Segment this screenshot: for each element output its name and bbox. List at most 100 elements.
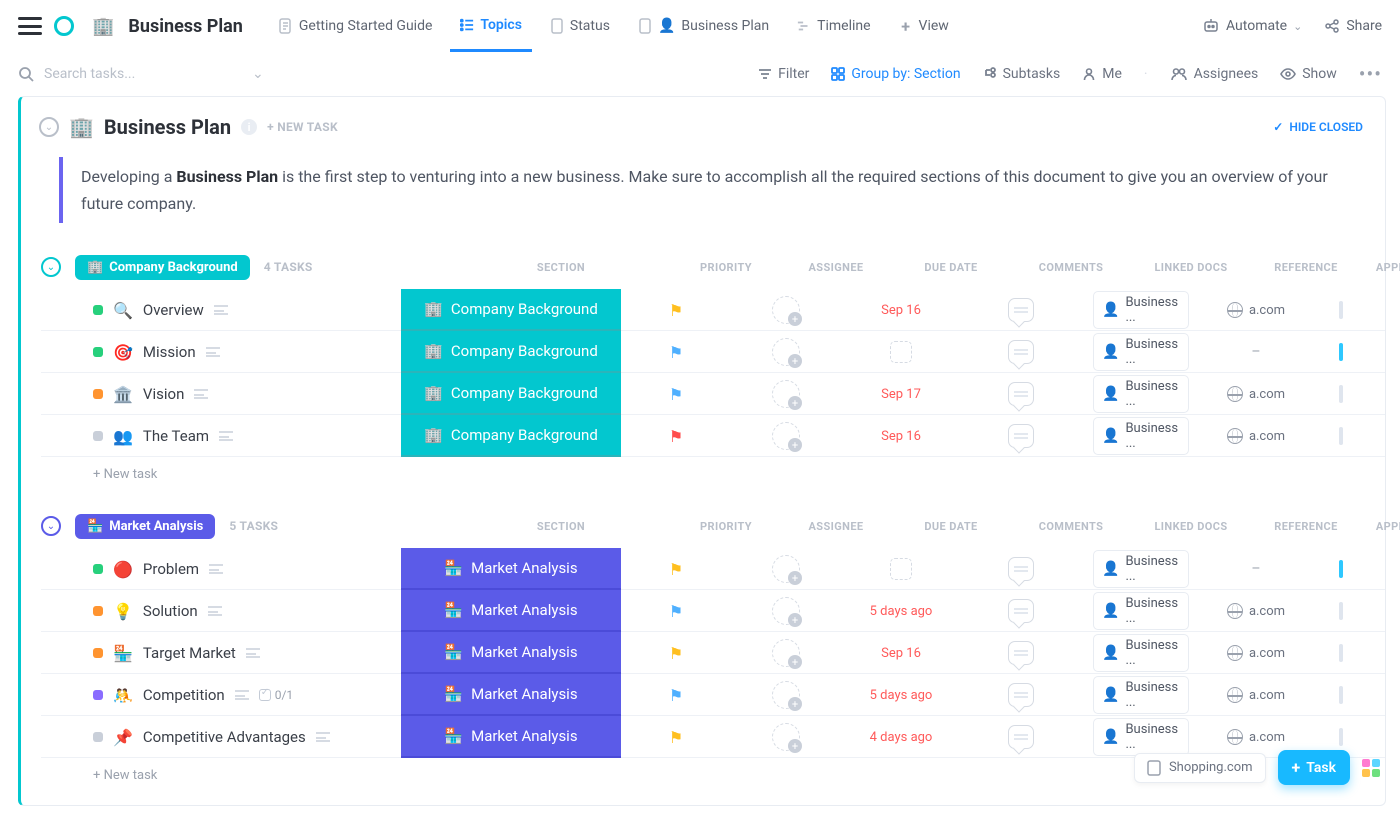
subtasks-button[interactable]: Subtasks xyxy=(983,66,1061,82)
reference-cell[interactable]: a.com xyxy=(1201,373,1311,415)
due-cell[interactable]: Sep 17 xyxy=(841,373,961,415)
approved-cell[interactable] xyxy=(1311,331,1371,373)
assignee-placeholder[interactable] xyxy=(772,723,800,751)
assignees-button[interactable]: Assignees xyxy=(1170,66,1259,82)
section-cell[interactable]: 🏢 Company Background xyxy=(401,289,621,331)
reference-cell[interactable]: – xyxy=(1201,548,1311,590)
linked-cell[interactable]: 👤 Business ... xyxy=(1081,415,1201,457)
menu-icon[interactable] xyxy=(18,17,42,35)
search-input[interactable] xyxy=(42,65,192,83)
linked-doc-chip[interactable]: 👤 Business ... xyxy=(1093,333,1189,371)
priority-cell[interactable]: ⚑ xyxy=(621,590,731,632)
section-cell[interactable]: 🏪 Market Analysis xyxy=(401,590,621,632)
task-name-cell[interactable]: 🔴 Problem xyxy=(41,548,401,590)
reference-cell[interactable]: a.com xyxy=(1201,289,1311,331)
reference-link[interactable]: a.com xyxy=(1227,428,1285,444)
linked-doc-chip[interactable]: 👤 Business ... xyxy=(1093,550,1189,588)
filter-button[interactable]: Filter xyxy=(758,66,809,82)
task-row[interactable]: 🏪 Target Market 🏪 Market Analysis ⚑ Sep … xyxy=(41,632,1385,674)
linked-doc-chip[interactable]: 👤 Business ... xyxy=(1093,676,1189,714)
collapse-toggle[interactable]: ⌄ xyxy=(39,117,59,137)
priority-cell[interactable]: ⚑ xyxy=(621,632,731,674)
priority-cell[interactable]: ⚑ xyxy=(621,716,731,758)
status-square[interactable] xyxy=(93,347,103,357)
assignee-cell[interactable] xyxy=(731,674,841,716)
search-box[interactable] xyxy=(18,65,238,83)
linked-cell[interactable]: 👤 Business ... xyxy=(1081,548,1201,590)
tab-getting-started[interactable]: Getting Started Guide xyxy=(269,0,443,52)
reference-cell[interactable]: a.com xyxy=(1201,674,1311,716)
task-row[interactable]: 👥 The Team 🏢 Company Background ⚑ Sep 16… xyxy=(41,415,1385,457)
due-cell[interactable] xyxy=(841,331,961,373)
assignee-cell[interactable] xyxy=(731,632,841,674)
task-name-cell[interactable]: 🔍 Overview xyxy=(41,289,401,331)
priority-cell[interactable]: ⚑ xyxy=(621,289,731,331)
reference-cell[interactable]: a.com xyxy=(1201,590,1311,632)
comments-cell[interactable] xyxy=(961,716,1081,758)
priority-cell[interactable]: ⚑ xyxy=(621,373,731,415)
section-cell[interactable]: 🏢 Company Background xyxy=(401,331,621,373)
chevron-down-icon[interactable]: ⌄ xyxy=(252,66,264,82)
due-cell[interactable]: Sep 16 xyxy=(841,632,961,674)
linked-cell[interactable]: 👤 Business ... xyxy=(1081,373,1201,415)
status-square[interactable] xyxy=(93,431,103,441)
linked-doc-chip[interactable]: 👤 Business ... xyxy=(1093,417,1189,455)
task-name-cell[interactable]: 🤼 Competition 0/1 xyxy=(41,674,401,716)
approved-cell[interactable] xyxy=(1311,415,1371,457)
task-name-cell[interactable]: 📌 Competitive Advantages xyxy=(41,716,401,758)
comments-cell[interactable] xyxy=(961,289,1081,331)
assignee-cell[interactable] xyxy=(731,716,841,758)
section-cell[interactable]: 🏪 Market Analysis xyxy=(401,632,621,674)
assignee-cell[interactable] xyxy=(731,289,841,331)
assignee-placeholder[interactable] xyxy=(772,639,800,667)
assignee-cell[interactable] xyxy=(731,331,841,373)
reference-link[interactable]: a.com xyxy=(1227,687,1285,703)
comments-cell[interactable] xyxy=(961,590,1081,632)
comments-cell[interactable] xyxy=(961,373,1081,415)
assignee-placeholder[interactable] xyxy=(772,681,800,709)
assignee-placeholder[interactable] xyxy=(772,422,800,450)
status-square[interactable] xyxy=(93,648,103,658)
linked-doc-chip[interactable]: 👤 Business ... xyxy=(1093,634,1189,672)
status-square[interactable] xyxy=(93,690,103,700)
groupby-button[interactable]: Group by: Section xyxy=(831,66,960,82)
logo-icon[interactable] xyxy=(54,16,74,36)
task-row[interactable]: 🎯 Mission 🏢 Company Background ⚑ 👤 Busin… xyxy=(41,331,1385,373)
section-cell[interactable]: 🏪 Market Analysis xyxy=(401,548,621,590)
dock-shortcut[interactable]: Shopping.com xyxy=(1134,753,1266,783)
task-row[interactable]: 🔍 Overview 🏢 Company Background ⚑ Sep 16… xyxy=(41,289,1385,331)
assignee-cell[interactable] xyxy=(731,548,841,590)
approved-cell[interactable] xyxy=(1311,674,1371,716)
section-cell[interactable]: 🏢 Company Background xyxy=(401,373,621,415)
tab-business-plan[interactable]: 👤 Business Plan xyxy=(628,0,779,52)
linked-cell[interactable]: 👤 Business ... xyxy=(1081,289,1201,331)
group-badge[interactable]: 🏪 Market Analysis xyxy=(75,514,215,539)
comments-cell[interactable] xyxy=(961,548,1081,590)
task-name-cell[interactable]: 👥 The Team xyxy=(41,415,401,457)
reference-cell[interactable]: – xyxy=(1201,331,1311,373)
linked-doc-chip[interactable]: 👤 Business ... xyxy=(1093,592,1189,630)
comments-cell[interactable] xyxy=(961,674,1081,716)
group-collapse-toggle[interactable]: ⌄ xyxy=(41,516,61,536)
assignee-cell[interactable] xyxy=(731,415,841,457)
approved-cell[interactable] xyxy=(1311,632,1371,674)
priority-cell[interactable]: ⚑ xyxy=(621,548,731,590)
comments-cell[interactable] xyxy=(961,415,1081,457)
automate-button[interactable]: Automate ⌄ xyxy=(1202,18,1302,34)
assignee-cell[interactable] xyxy=(731,590,841,632)
approved-cell[interactable] xyxy=(1311,289,1371,331)
due-cell[interactable]: Sep 16 xyxy=(841,415,961,457)
section-cell[interactable]: 🏢 Company Background xyxy=(401,415,621,457)
linked-cell[interactable]: 👤 Business ... xyxy=(1081,590,1201,632)
apps-icon[interactable] xyxy=(1362,759,1380,777)
tab-timeline[interactable]: Timeline xyxy=(787,0,880,52)
due-cell[interactable]: 4 days ago xyxy=(841,716,961,758)
due-cell[interactable]: Sep 16 xyxy=(841,289,961,331)
assignee-placeholder[interactable] xyxy=(772,380,800,408)
priority-cell[interactable]: ⚑ xyxy=(621,331,731,373)
reference-link[interactable]: a.com xyxy=(1227,645,1285,661)
status-square[interactable] xyxy=(93,732,103,742)
comments-cell[interactable] xyxy=(961,331,1081,373)
approved-cell[interactable] xyxy=(1311,373,1371,415)
task-name-cell[interactable]: 🏪 Target Market xyxy=(41,632,401,674)
